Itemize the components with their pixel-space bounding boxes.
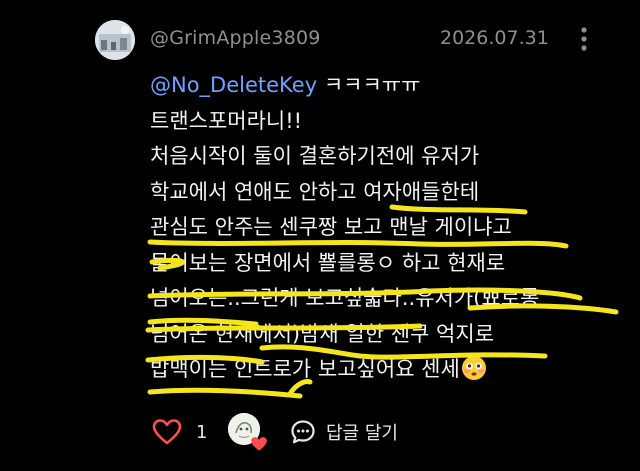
comment-line-first: @No_DeleteKey ㅋㅋㅋㅠㅠ — [150, 68, 620, 104]
comment-line: 트랜스포머라니!! — [150, 108, 303, 133]
comment-line: 물어보는 장면에서 뾸를롱ㅇ 하고 현재로 — [150, 250, 506, 275]
comment-line: 학교에서 연애도 안하고 여자애들한테 — [150, 179, 480, 204]
comment-line-last: 밥맥이는 인트로가 보고싶어요 센세 — [150, 352, 620, 388]
comment-bubble-icon — [291, 420, 315, 444]
author-name[interactable]: @GrimApple3809 — [150, 27, 321, 49]
flushed-face-emoji-icon — [461, 355, 487, 381]
heart-outline-icon — [152, 419, 182, 445]
reply-button[interactable]: 답글 달기 — [290, 417, 398, 447]
like-button[interactable]: 1 — [152, 417, 207, 447]
comment-actions: 1 답글 달기 — [150, 413, 550, 453]
author-avatar[interactable] — [95, 20, 135, 60]
highlight-stroke — [147, 387, 303, 399]
comment-card: @GrimApple3809 2026.07.31 @No_DeleteKey … — [0, 0, 640, 471]
comment-line: 관심도 안주는 센쿠짱 보고 맨날 게이냐고 — [150, 215, 512, 239]
more-options-icon[interactable] — [578, 24, 590, 54]
liker-avatar[interactable] — [228, 413, 267, 451]
comment-line: 처음시작이 둘이 결혼하기전에 유저가 — [150, 144, 480, 168]
comment-line: 넘어오는..그런게 보고싶숣다..유저가(뾰로롱 — [150, 286, 540, 310]
comment-date: 2026.07.31 — [440, 27, 549, 49]
like-count: 1 — [196, 421, 208, 443]
comment-body: @No_DeleteKey ㅋㅋㅋㅠㅠ 트랜스포머라니!! 처음시작이 둘이 결… — [150, 68, 620, 388]
heart-filled-icon — [251, 437, 267, 451]
comment-line: 넘어온 현재에서)밤새 일한 센쿠 억지로 — [150, 321, 495, 346]
reply-label: 답글 달기 — [326, 423, 398, 444]
comment-line-last-text: 밥맥이는 인트로가 보고싶어요 센세 — [150, 357, 460, 381]
comment-line-first-rest: ㅋㅋㅋㅠㅠ — [317, 73, 421, 97]
mention-link[interactable]: @No_DeleteKey — [150, 73, 317, 97]
